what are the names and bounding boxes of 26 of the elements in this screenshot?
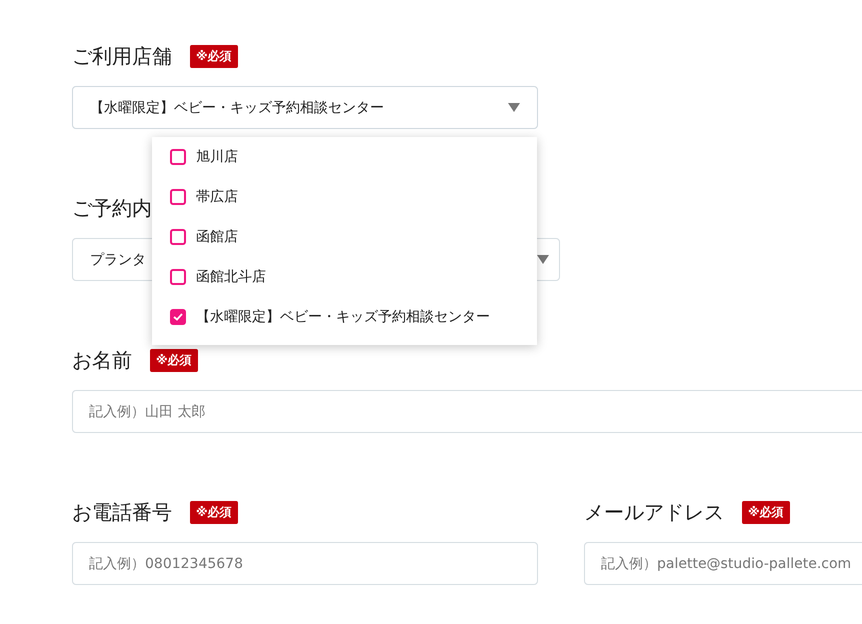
input-field[interactable]: 記入例）山田 太郎 [72,390,862,433]
option-label[interactable]: 函館北斗店 [196,268,266,286]
input-field[interactable]: 記入例）palette@studio-pallete.com [584,542,862,585]
caret-icon [508,103,520,112]
required-badge: ※必須 [150,348,198,372]
caret-icon [537,255,549,264]
input-field[interactable]: 記入例）08012345678 [72,542,538,585]
checkbox[interactable] [170,189,186,205]
field-label: お電話番号 [72,498,172,526]
option-label[interactable]: 函館店 [196,228,238,246]
required-badge: ※必須 [190,44,238,68]
checkbox[interactable] [170,269,186,285]
field-label: メールアドレス [584,498,724,526]
checkbox[interactable] [170,229,186,245]
checkbox[interactable] [170,149,186,165]
required-badge: ※必須 [190,500,238,524]
required-badge: ※必須 [742,500,790,524]
option-label[interactable]: 帯広店 [196,188,238,206]
checkbox[interactable] [170,309,186,325]
select-field[interactable]: 【水曜限定】ベビー・キッズ予約相談センター [72,86,538,129]
check-icon [173,313,183,321]
field-label: ご予約内 [72,194,152,222]
field-label: ご利用店舗 [72,42,172,70]
field-label: お名前 [72,346,132,374]
option-label[interactable]: 【水曜限定】ベビー・キッズ予約相談センター [196,308,490,326]
option-label[interactable]: 旭川店 [196,148,238,166]
